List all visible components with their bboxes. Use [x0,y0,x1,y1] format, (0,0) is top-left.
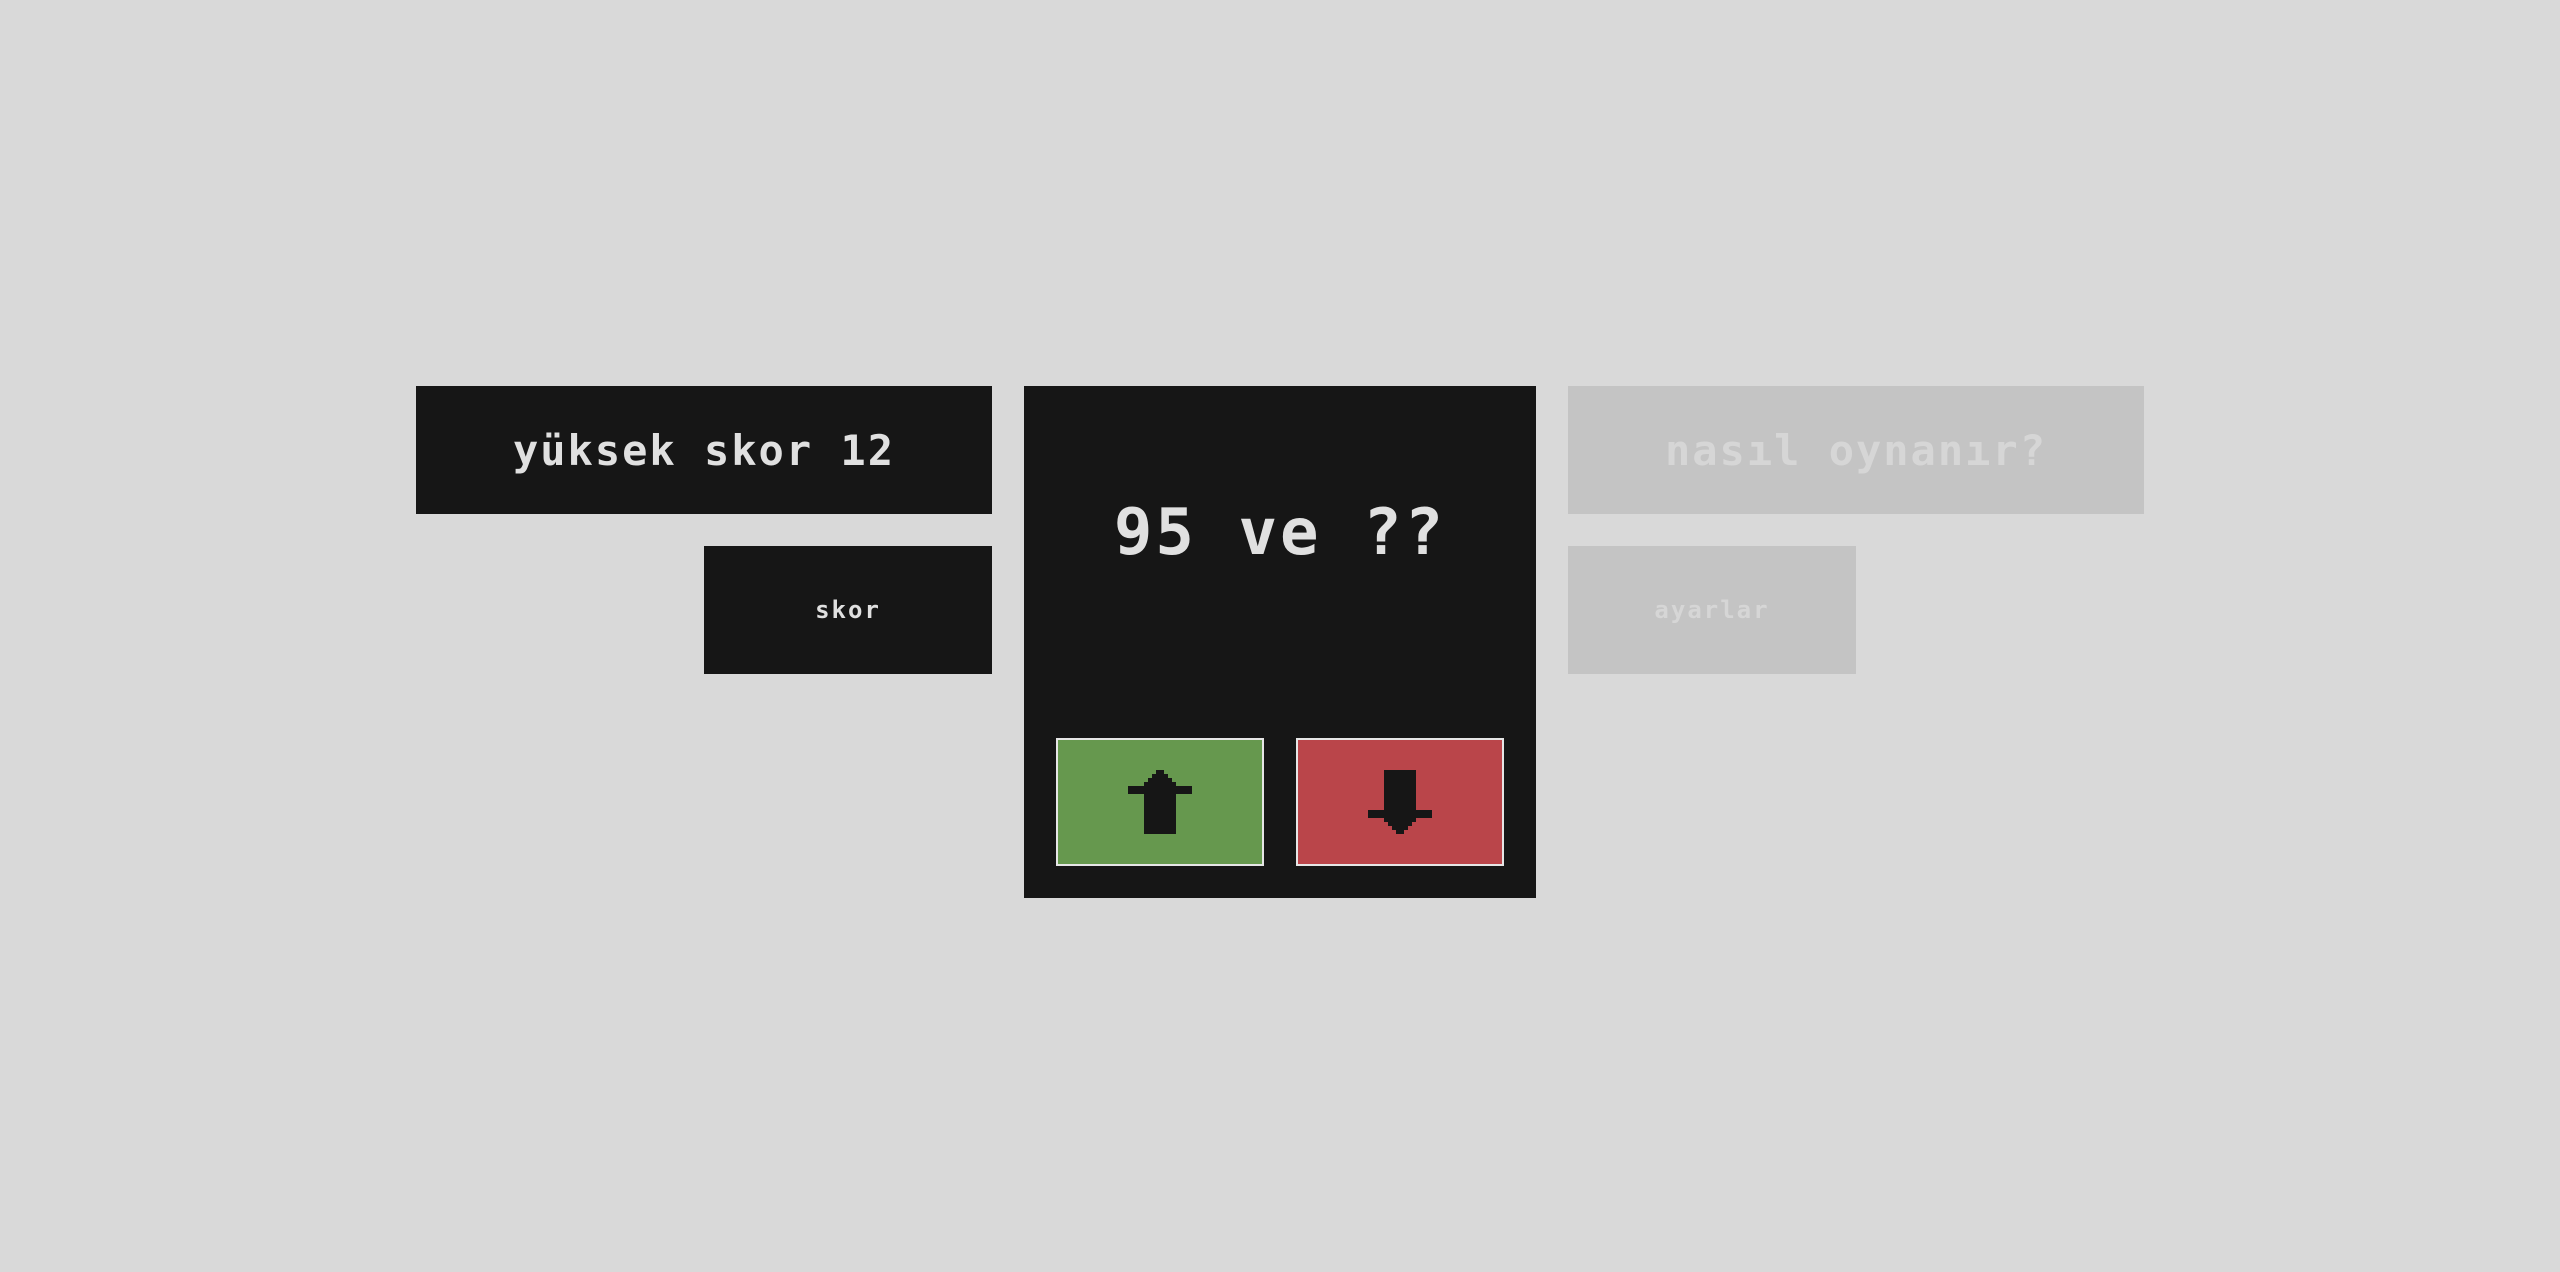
arrow-up-icon [1128,770,1192,834]
game-screen: yüksek skor 12 skor 95 ve ?? nasıl oynan… [0,0,2560,1272]
how-to-play-button[interactable]: nasıl oynanır? [1568,386,2144,514]
settings-button[interactable]: ayarlar [1568,546,1856,674]
settings-label: ayarlar [1654,596,1770,624]
high-score-text: yüksek skor 12 [512,425,895,475]
lower-button[interactable] [1296,738,1504,866]
higher-button[interactable] [1056,738,1264,866]
score-button-label: skor [815,596,881,624]
how-to-play-label: nasıl oynanır? [1664,425,2047,475]
arrow-down-icon [1368,770,1432,834]
score-button[interactable]: skor [704,546,992,674]
game-card: 95 ve ?? [1024,386,1536,898]
question-text: 95 ve ?? [1113,496,1447,570]
high-score-panel: yüksek skor 12 [416,386,992,514]
